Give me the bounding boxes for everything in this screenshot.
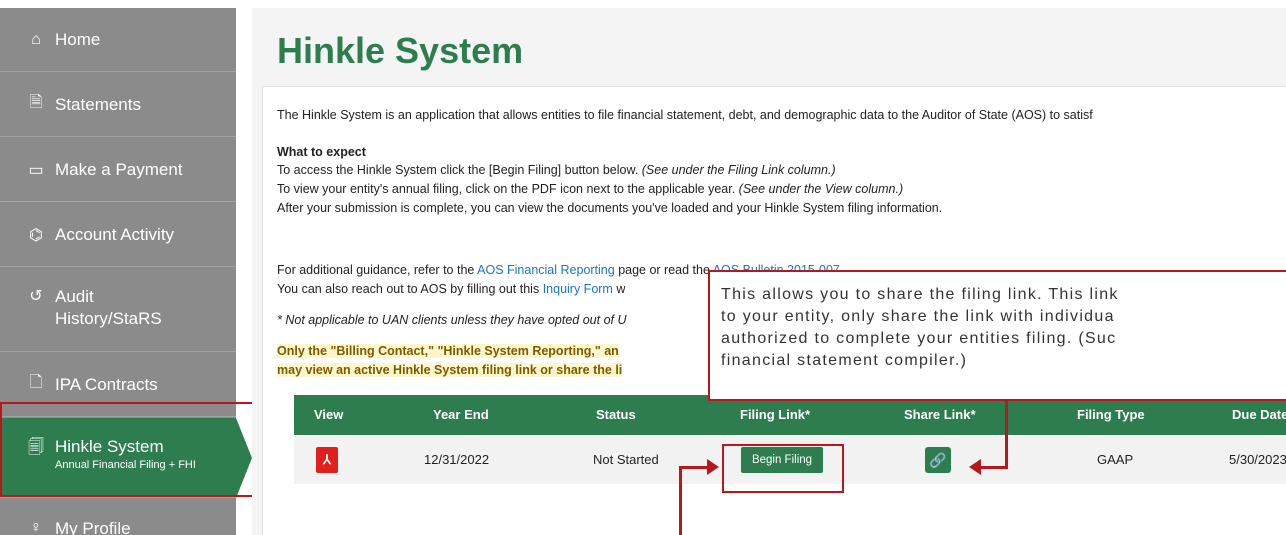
instruction-text: To view your entity's annual filing, cli…	[277, 182, 739, 196]
instruction-note: (See under the Filing Link column.)	[641, 163, 836, 177]
sidebar-item-label: Audit History/StaRS	[55, 287, 162, 328]
begin-connector-horizontal	[679, 466, 709, 469]
user-icon: ♀	[30, 519, 42, 535]
callout-connector-vertical	[1005, 401, 1008, 469]
pdf-icon[interactable]: ⅄	[316, 447, 338, 473]
column-header-view: View	[314, 407, 344, 422]
column-header-due-date: Due Date	[1232, 407, 1286, 422]
home-icon: ⌂	[31, 30, 41, 48]
column-header-year-end: Year End	[433, 407, 489, 422]
begin-connector-vertical	[679, 467, 682, 535]
inquiry-form-link[interactable]: Inquiry Form	[543, 282, 613, 296]
sidebar-item-label: Make a Payment	[55, 159, 183, 179]
instruction-line: After your submission is complete, you c…	[277, 201, 943, 215]
sidebar-item-label: Home	[55, 29, 101, 49]
share-link-button[interactable]: 🔗	[925, 447, 951, 473]
column-header-share-link: Share Link*	[904, 407, 976, 422]
guidance-text: For additional guidance, refer to the	[277, 263, 478, 277]
reach-out-line: You can also reach out to AOS by filling…	[277, 282, 625, 296]
callout-connector-horizontal	[981, 466, 1008, 469]
column-header-filing-link: Filing Link*	[740, 407, 811, 422]
link-icon: 🔗	[929, 452, 947, 468]
column-header-status: Status	[596, 407, 636, 422]
share-link-callout: This allows you to share the filing link…	[708, 270, 1286, 401]
callout-line: financial statement compiler.)	[721, 352, 968, 369]
guidance-text: page or read the	[614, 263, 713, 277]
credit-card-icon: ▭	[28, 161, 44, 179]
status-cell: Not Started	[593, 452, 659, 467]
sidebar-item-label: My Profile	[55, 519, 131, 535]
instruction-line: To access the Hinkle System click the [B…	[277, 163, 836, 177]
sidebar-item-label: Account Activity	[55, 224, 175, 244]
instruction-note: (See under the View column.)	[738, 182, 904, 196]
top-border	[0, 0, 1286, 8]
reach-text: w	[612, 282, 626, 296]
sidebar-item-statements[interactable]: 🗎 Statements	[0, 73, 236, 137]
due-date-cell: 5/30/2023	[1229, 452, 1286, 467]
billing-contact-notice: Only the "Billing Contact," "Hinkle Syst…	[277, 344, 619, 358]
reach-text: You can also reach out to AOS by filling…	[277, 282, 543, 296]
sidebar-item-label: Statements	[55, 94, 141, 114]
year-end-cell: 12/31/2022	[424, 452, 490, 467]
sidebar-item-audit-history[interactable]: ↺ Audit History/StaRS	[0, 268, 236, 352]
callout-line: authorized to complete your entities fil…	[721, 330, 1117, 347]
history-icon: ↺	[29, 288, 43, 305]
billing-contact-notice: may view an active Hinkle System filing …	[277, 363, 623, 377]
instruction-text: To access the Hinkle System click the [B…	[277, 163, 642, 177]
intro-text: The Hinkle System is an application that…	[277, 108, 1093, 122]
sidebar-item-account-activity[interactable]: ⌬ Account Activity	[0, 203, 236, 267]
instruction-line: To view your entity's annual filing, cli…	[277, 182, 903, 196]
filing-table-header: View Year End Status Filing Link* Share …	[294, 395, 1286, 435]
sidebar-item-home[interactable]: ⌂ Home	[0, 8, 236, 72]
begin-arrow-icon	[707, 459, 719, 475]
sidebar-item-my-profile[interactable]: ♀ My Profile	[0, 499, 236, 535]
sidebar-item-make-a-payment[interactable]: ▭ Make a Payment	[0, 138, 236, 202]
begin-filing-highlight-box	[722, 444, 844, 493]
callout-line: This allows you to share the filing link…	[721, 286, 1119, 303]
sidebar-item-label: IPA Contracts	[55, 374, 158, 394]
document-icon: 🗎	[29, 94, 43, 111]
contract-icon: 🗋	[29, 374, 43, 391]
sidebar-highlight-box	[0, 402, 263, 497]
aos-financial-reporting-link[interactable]: AOS Financial Reporting	[477, 263, 615, 277]
page-title: Hinkle System	[277, 30, 524, 71]
callout-arrow-icon	[969, 459, 981, 475]
buildings-icon: ⌬	[29, 226, 43, 244]
column-header-filing-type: Filing Type	[1077, 407, 1145, 422]
what-to-expect-heading: What to expect	[277, 145, 366, 159]
uan-note: * Not applicable to UAN clients unless t…	[277, 313, 627, 327]
filing-type-cell: GAAP	[1097, 452, 1134, 467]
callout-line: to your entity, only share the link with…	[721, 308, 1115, 325]
